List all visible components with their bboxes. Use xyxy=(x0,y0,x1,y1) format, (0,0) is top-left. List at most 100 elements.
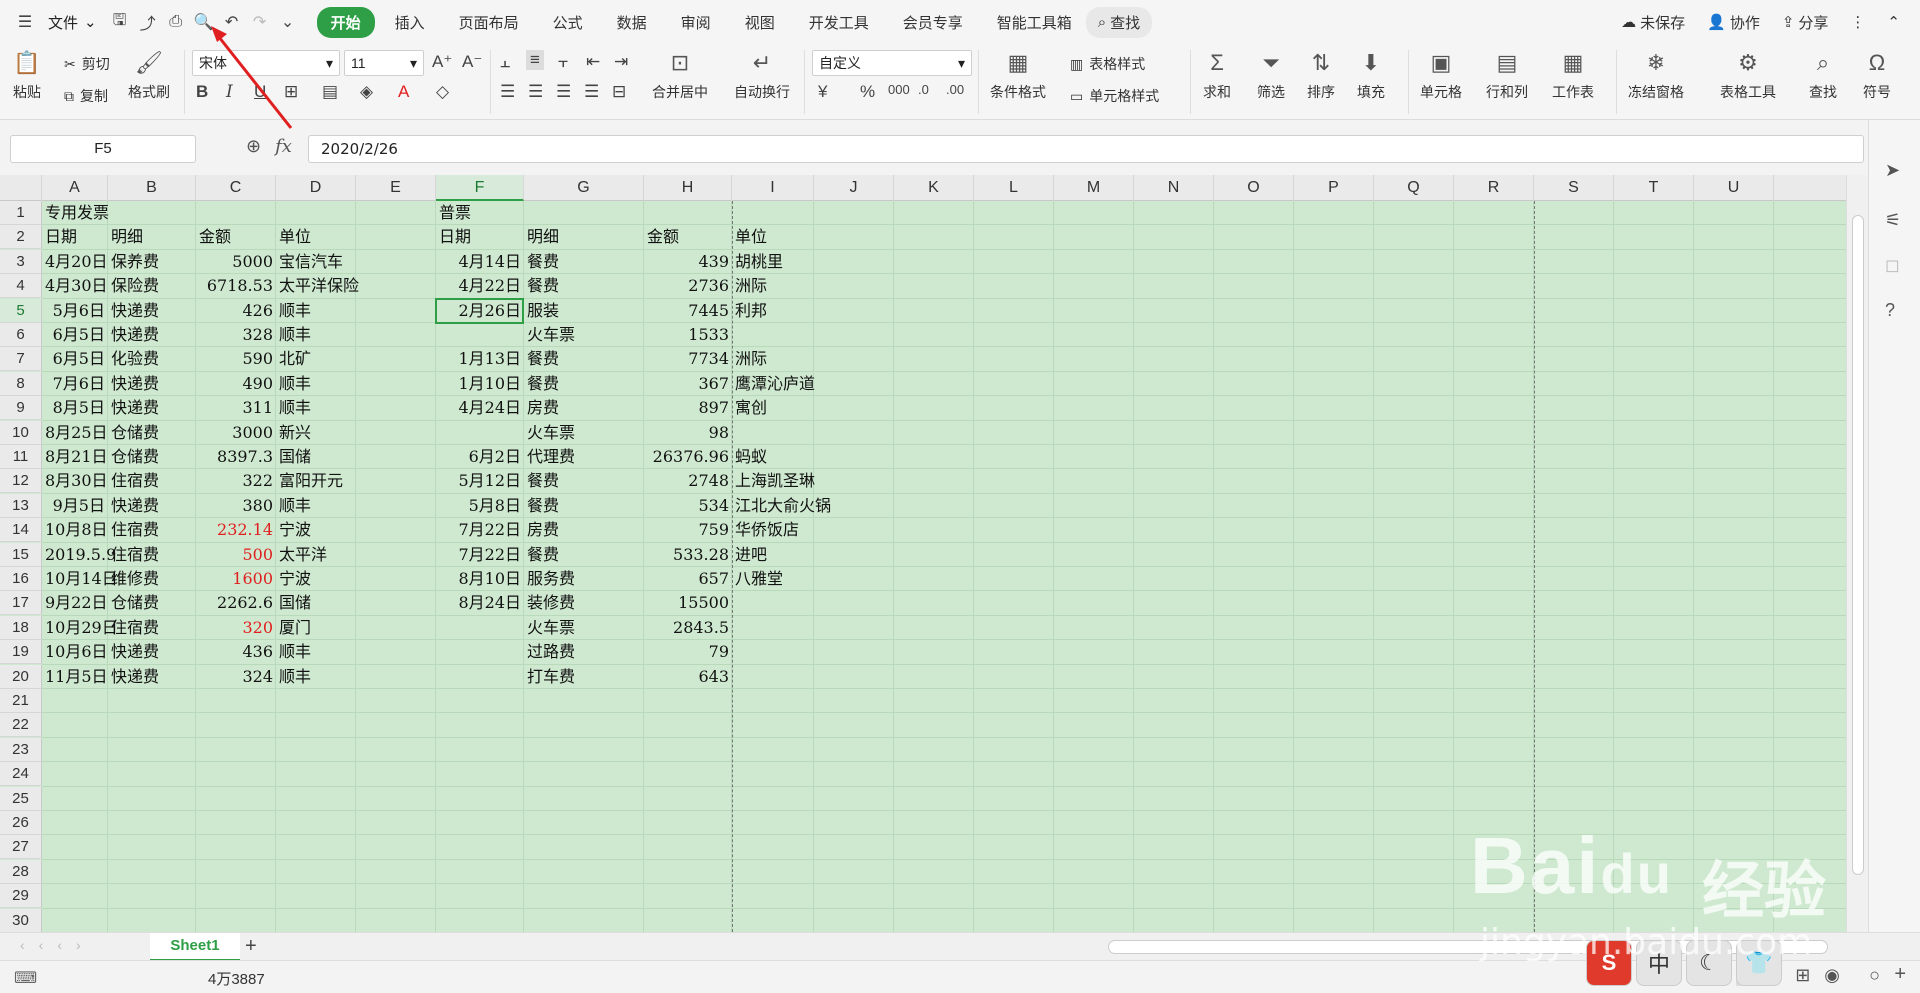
cell-D3[interactable]: 宝信汽车 xyxy=(276,250,346,274)
cell-D6[interactable]: 顺丰 xyxy=(276,323,314,347)
cell-C16[interactable]: 1600 xyxy=(196,567,276,591)
row-header-4[interactable]: 4 xyxy=(0,274,42,299)
cell-H10[interactable]: 98 xyxy=(644,421,732,445)
cell-A5[interactable]: 5月6日 xyxy=(42,299,108,323)
moon-icon[interactable]: ☾ xyxy=(1686,940,1732,986)
row-header-12[interactable]: 12 xyxy=(0,469,42,494)
row-header-11[interactable]: 11 xyxy=(0,445,42,469)
cell-G12[interactable]: 餐费 xyxy=(524,469,562,493)
shading-icon[interactable]: ▤ xyxy=(322,82,338,102)
align-middle-icon[interactable]: ≡ xyxy=(526,50,544,70)
filter-button[interactable]: ⏷ 筛选 xyxy=(1256,48,1286,102)
cell-B4[interactable]: 保险费 xyxy=(108,274,162,298)
cell-button[interactable]: ▣ 单元格 xyxy=(1420,48,1462,102)
sheet-tab-sheet1[interactable]: Sheet1 xyxy=(150,933,240,961)
percent-icon[interactable]: % xyxy=(860,82,875,102)
cell-I14[interactable]: 华侨饭店 xyxy=(732,518,802,542)
cell-A20[interactable]: 11月5日 xyxy=(42,665,108,689)
fx-icon[interactable]: fx xyxy=(275,136,292,157)
cell-F13[interactable]: 5月8日 xyxy=(436,494,524,518)
cell-C4[interactable]: 6718.53 xyxy=(196,274,276,298)
cell-B16[interactable]: 维修费 xyxy=(108,567,162,591)
cell-F4[interactable]: 4月22日 xyxy=(436,274,524,298)
cell-C11[interactable]: 8397.3 xyxy=(196,445,276,469)
cell-A6[interactable]: 6月5日 xyxy=(42,323,108,347)
bold-icon[interactable]: B xyxy=(196,82,208,102)
cell-A11[interactable]: 8月21日 xyxy=(42,445,108,469)
row-header-15[interactable]: 15 xyxy=(0,542,42,567)
cell-H2[interactable]: 金额 xyxy=(644,225,682,249)
sogou-logo-icon[interactable]: S xyxy=(1586,940,1632,986)
row-header-16[interactable]: 16 xyxy=(0,567,42,591)
tab-6[interactable]: 视图 xyxy=(731,7,789,38)
zoom-slider-icon[interactable]: ○ xyxy=(1869,965,1880,986)
cell-C17[interactable]: 2262.6 xyxy=(196,591,276,615)
cell-I5[interactable]: 利邦 xyxy=(732,299,770,323)
cell-B2[interactable]: 明细 xyxy=(108,225,146,249)
cell-B19[interactable]: 快递费 xyxy=(108,640,162,664)
cut-button[interactable]: ✂ 剪切 xyxy=(64,54,110,74)
worksheet-button[interactable]: ▦ 工作表 xyxy=(1552,48,1594,102)
tab-1[interactable]: 插入 xyxy=(381,7,439,38)
cell-C20[interactable]: 324 xyxy=(196,665,276,689)
cell-area[interactable]: 专用发票 普票 日期 明细 金额 单位 日期 明细 金额 单位 4月20日 保养费 5000 宝信汽车 4月… xyxy=(42,201,1846,932)
cell-B10[interactable]: 仓储费 xyxy=(108,421,162,445)
cell-G8[interactable]: 餐费 xyxy=(524,372,562,396)
cell-C2[interactable]: 金额 xyxy=(196,225,234,249)
distribute-icon[interactable]: ⊟ xyxy=(612,82,626,102)
decrease-font-icon[interactable]: A⁻ xyxy=(462,52,482,72)
table-style-button[interactable]: ▥ 表格样式 xyxy=(1070,54,1145,74)
help-icon[interactable]: ? xyxy=(1885,300,1895,321)
cell-C14[interactable]: 232.14 xyxy=(196,518,276,542)
cell-G18[interactable]: 火车票 xyxy=(524,616,578,640)
cell-F3[interactable]: 4月14日 xyxy=(436,250,524,274)
cell-A14[interactable]: 10月8日 xyxy=(42,518,108,542)
cell-F7[interactable]: 1月13日 xyxy=(436,347,524,371)
column-header-O[interactable]: O xyxy=(1214,175,1294,201)
row-header-6[interactable]: 6 xyxy=(0,323,42,347)
sum-button[interactable]: Σ 求和 xyxy=(1202,48,1232,102)
column-header-P[interactable]: P xyxy=(1294,175,1374,201)
cell-B15[interactable]: 住宿费 xyxy=(108,543,162,567)
cell-D20[interactable]: 顺丰 xyxy=(276,665,314,689)
find-button[interactable]: ⌕ 查找 xyxy=(1808,48,1838,102)
cell-I4[interactable]: 洲际 xyxy=(732,274,770,298)
export-icon[interactable]: ⤴ xyxy=(137,11,159,33)
select-all-corner[interactable] xyxy=(0,175,42,201)
table-tools-button[interactable]: ⚙ 表格工具 xyxy=(1720,48,1776,102)
cell-H9[interactable]: 897 xyxy=(644,396,732,420)
cell-G15[interactable]: 餐费 xyxy=(524,543,562,567)
thousands-icon[interactable]: 000 xyxy=(888,82,910,97)
italic-icon[interactable]: I xyxy=(226,82,233,102)
merge-center-button[interactable]: ⊡ 合并居中 xyxy=(652,48,708,102)
fill-color-icon[interactable]: ◈ xyxy=(360,82,373,102)
row-header-3[interactable]: 3 xyxy=(0,249,42,274)
cell-I9[interactable]: 寓创 xyxy=(732,396,770,420)
tab-7[interactable]: 开发工具 xyxy=(795,7,883,38)
cell-B13[interactable]: 快递费 xyxy=(108,494,162,518)
cell-I3[interactable]: 胡桃里 xyxy=(732,250,786,274)
column-header-G[interactable]: G xyxy=(524,175,644,201)
cell-A1[interactable]: 专用发票 xyxy=(42,201,112,225)
row-header-7[interactable]: 7 xyxy=(0,347,42,372)
cell-B8[interactable]: 快递费 xyxy=(108,372,162,396)
cell-H11[interactable]: 26376.96 xyxy=(644,445,732,469)
row-header-30[interactable]: 30 xyxy=(0,908,42,932)
justify-icon[interactable]: ☰ xyxy=(584,82,599,102)
cell-A8[interactable]: 7月6日 xyxy=(42,372,108,396)
cell-A12[interactable]: 8月30日 xyxy=(42,469,108,493)
row-header-5[interactable]: 5 xyxy=(0,298,42,323)
tab-2[interactable]: 页面布局 xyxy=(445,7,533,38)
column-header-B[interactable]: B xyxy=(108,175,196,201)
cell-C12[interactable]: 322 xyxy=(196,469,276,493)
cell-G14[interactable]: 房费 xyxy=(524,518,562,542)
cell-B12[interactable]: 住宿费 xyxy=(108,469,162,493)
row-header-26[interactable]: 26 xyxy=(0,811,42,835)
cell-B14[interactable]: 住宿费 xyxy=(108,518,162,542)
cell-A3[interactable]: 4月20日 xyxy=(42,250,108,274)
sheet-nav-arrows-icon[interactable]: ‹‹‹› xyxy=(20,937,95,953)
cell-H4[interactable]: 2736 xyxy=(644,274,732,298)
cell-D12[interactable]: 富阳开元 xyxy=(276,469,346,493)
row-header-2[interactable]: 2 xyxy=(0,225,42,250)
add-sheet-icon[interactable]: + xyxy=(245,935,257,958)
